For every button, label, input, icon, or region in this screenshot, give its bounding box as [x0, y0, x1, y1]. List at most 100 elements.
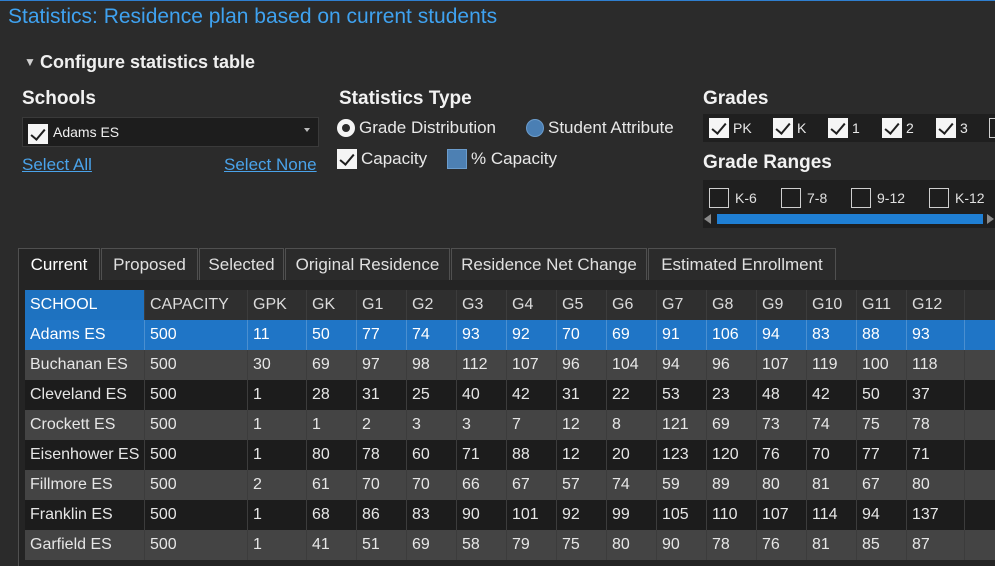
table-cell: 74 — [407, 320, 457, 350]
checkbox-checked-icon — [709, 118, 729, 138]
scroll-right-icon[interactable] — [987, 214, 994, 224]
table-cell: 30 — [248, 350, 307, 380]
table-cell: 3 — [457, 410, 507, 440]
table-cell: 85 — [857, 530, 907, 560]
grade-pk-checkbox[interactable]: PK — [709, 118, 752, 138]
checkbox-checked-icon — [828, 118, 848, 138]
table-cell: 53 — [657, 380, 707, 410]
table-cell: 107 — [757, 500, 807, 530]
table-cell: 91 — [657, 320, 707, 350]
column-header[interactable]: G7 — [657, 290, 707, 320]
table-cell: 90 — [657, 530, 707, 560]
student-attribute-option[interactable]: Student Attribute — [526, 117, 674, 138]
table-cell: 500 — [145, 470, 248, 500]
table-cell: 100 — [857, 350, 907, 380]
column-header[interactable]: G1 — [357, 290, 407, 320]
table-row[interactable]: Garfield ES 500 1 41 51 69 58 79 75 80 90 78 76 81 85 8… — [25, 530, 995, 560]
range-7-8-checkbox[interactable]: 7-8 — [781, 188, 827, 208]
column-header[interactable]: CAPACITY — [145, 290, 248, 320]
checkbox-unchecked-icon — [851, 188, 871, 208]
capacity-checkbox[interactable]: Capacity — [337, 148, 427, 169]
table-cell: 31 — [357, 380, 407, 410]
table-cell: 88 — [857, 320, 907, 350]
select-none-link[interactable]: Select None — [224, 155, 317, 175]
table-row[interactable]: Eisenhower ES 500 1 80 78 60 71 88 12 20 123 120 76 7… — [25, 440, 995, 470]
grade-partial-checkbox[interactable] — [989, 118, 995, 138]
table-cell: 119 — [807, 350, 857, 380]
column-header[interactable]: G5 — [557, 290, 607, 320]
scroll-thumb[interactable] — [717, 214, 983, 224]
tab-current[interactable]: Current — [18, 248, 100, 282]
table-cell: 1 — [248, 500, 307, 530]
table-row[interactable]: Franklin ES 500 1 68 86 83 90 101 92 99 105 110 107 1… — [25, 500, 995, 530]
column-header[interactable]: SCHOOL — [25, 290, 145, 320]
grade-ranges-scrollbar[interactable] — [703, 213, 995, 225]
table-cell: 50 — [307, 320, 357, 350]
table-cell: 500 — [145, 320, 248, 350]
table-cell: 107 — [507, 350, 557, 380]
school-checkbox[interactable] — [28, 124, 48, 144]
column-header[interactable]: G10 — [807, 290, 857, 320]
table-cell: 51 — [357, 530, 407, 560]
table-cell: 1 — [248, 380, 307, 410]
grade-distribution-option[interactable]: Grade Distribution — [337, 117, 496, 138]
tab-selected[interactable]: Selected — [199, 248, 284, 280]
column-header[interactable]: G11 — [857, 290, 907, 320]
column-header[interactable]: G9 — [757, 290, 807, 320]
table-cell: Cleveland ES — [25, 380, 145, 410]
tab-proposed[interactable]: Proposed — [101, 248, 198, 280]
page-title: Statistics: Residence plan based on curr… — [8, 5, 498, 28]
grade-1-checkbox[interactable]: 1 — [828, 118, 860, 138]
grade-3-checkbox[interactable]: 3 — [936, 118, 968, 138]
scroll-left-icon[interactable] — [704, 214, 711, 224]
table-cell: 110 — [707, 500, 757, 530]
range-9-12-checkbox[interactable]: 9-12 — [851, 188, 905, 208]
table-row[interactable]: Crockett ES 500 1 1 2 3 3 7 12 8 121 69 73 74 75 78 — [25, 410, 995, 440]
column-header[interactable]: G2 — [407, 290, 457, 320]
table-row[interactable]: Fillmore ES 500 2 61 70 70 66 67 57 74 59 89 80 81 67 8… — [25, 470, 995, 500]
table-cell: 50 — [857, 380, 907, 410]
grade-2-checkbox[interactable]: 2 — [882, 118, 914, 138]
configure-toggle[interactable]: ▼ Configure statistics table — [24, 52, 255, 73]
table-cell: 67 — [507, 470, 557, 500]
table-cell: Adams ES — [25, 320, 145, 350]
table-cell: 90 — [457, 500, 507, 530]
school-selected-value: Adams ES — [53, 124, 120, 140]
column-header[interactable]: G4 — [507, 290, 557, 320]
table-cell: 42 — [507, 380, 557, 410]
grade-k-checkbox[interactable]: K — [773, 118, 806, 138]
table-cell: 59 — [657, 470, 707, 500]
checkbox-unchecked-icon — [929, 188, 949, 208]
table-cell: 83 — [807, 320, 857, 350]
table-cell: 8 — [607, 410, 657, 440]
table-cell: 2 — [357, 410, 407, 440]
table-cell: 105 — [657, 500, 707, 530]
table-row[interactable]: Buchanan ES 500 30 69 97 98 112 107 96 104 94 96 107… — [25, 350, 995, 380]
table-cell: 2 — [248, 470, 307, 500]
checkbox-unchecked-icon — [709, 188, 729, 208]
pct-capacity-checkbox[interactable]: % Capacity — [447, 148, 557, 169]
column-header[interactable]: G12 — [907, 290, 965, 320]
table-cell: 93 — [907, 320, 965, 350]
table-cell: 80 — [907, 470, 965, 500]
select-all-link[interactable]: Select All — [22, 155, 92, 175]
schools-heading: Schools — [22, 88, 96, 109]
grades-heading: Grades — [703, 88, 769, 109]
table-cell: 20 — [607, 440, 657, 470]
range-k12-checkbox[interactable]: K-12 — [929, 188, 985, 208]
column-header[interactable]: GPK — [248, 290, 307, 320]
schools-dropdown[interactable]: Adams ES — [22, 117, 319, 147]
statistics-type-heading: Statistics Type — [339, 88, 472, 109]
column-header[interactable]: G3 — [457, 290, 507, 320]
table-cell: 92 — [507, 320, 557, 350]
table-row[interactable]: Cleveland ES 500 1 28 31 25 40 42 31 22 53 23 48 42 50… — [25, 380, 995, 410]
tab-original-residence[interactable]: Original Residence — [285, 248, 450, 280]
table-cell: 76 — [757, 530, 807, 560]
table-row[interactable]: Adams ES 500 11 50 77 74 93 92 70 69 91 106 94 83 88 93 — [25, 320, 995, 350]
column-header[interactable]: G8 — [707, 290, 757, 320]
range-k6-checkbox[interactable]: K-6 — [709, 188, 757, 208]
column-header[interactable]: G6 — [607, 290, 657, 320]
tab-residence-net-change[interactable]: Residence Net Change — [451, 248, 647, 280]
column-header[interactable]: GK — [307, 290, 357, 320]
tab-estimated-enrollment[interactable]: Estimated Enrollment — [648, 248, 836, 280]
